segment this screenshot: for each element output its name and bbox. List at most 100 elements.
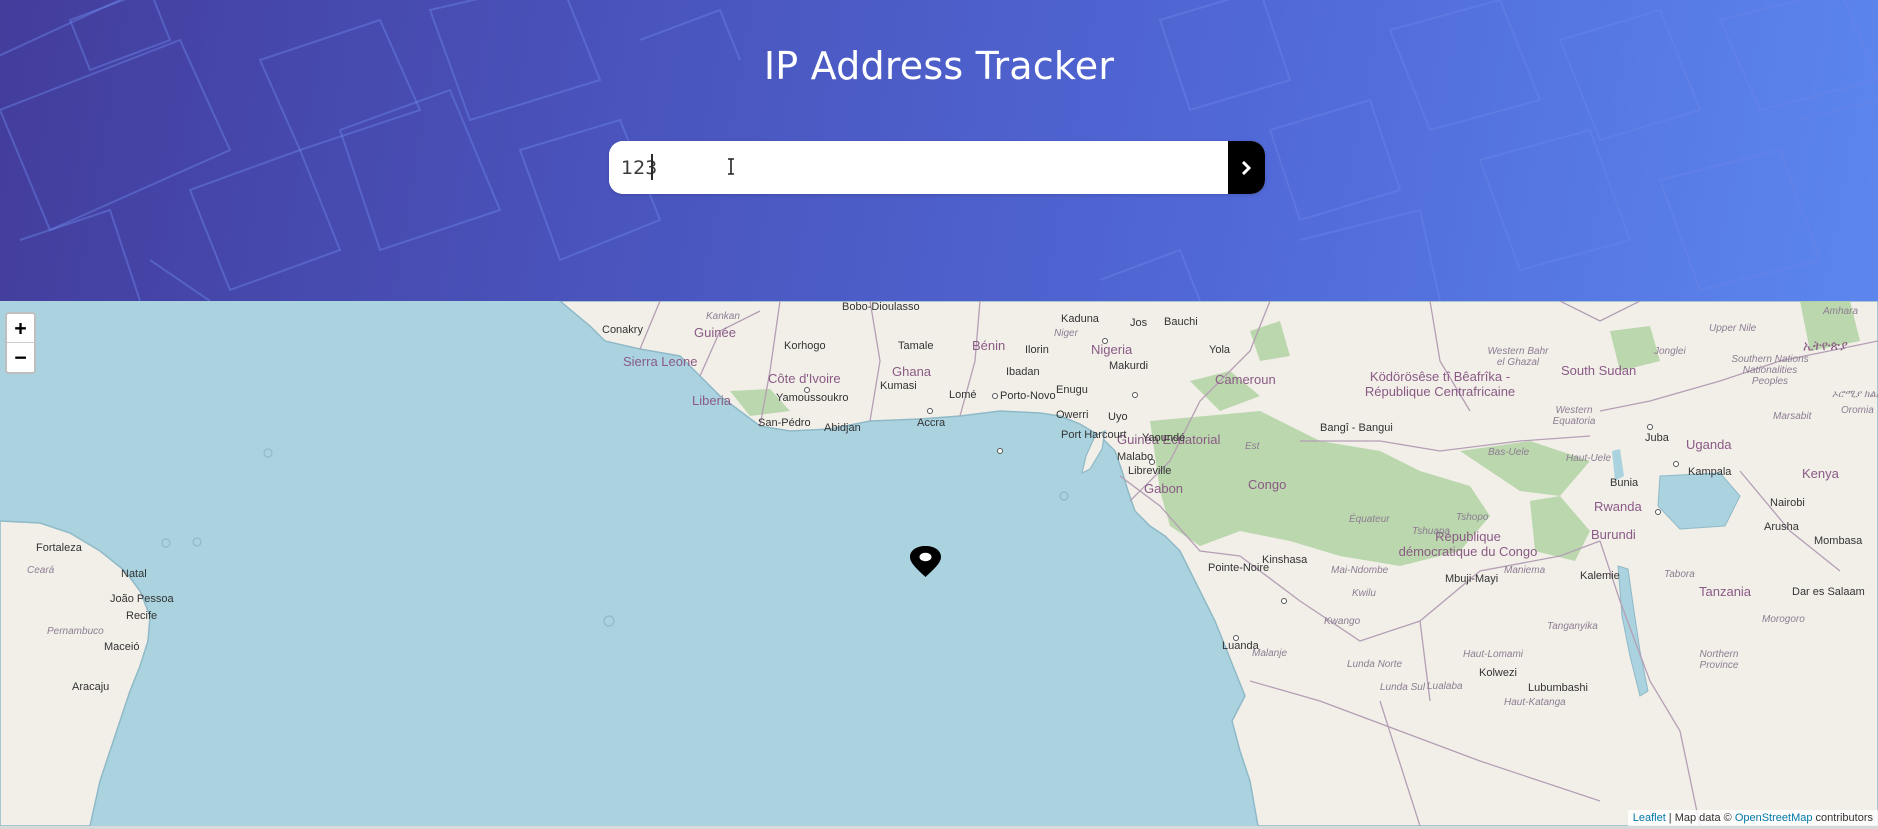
map-label-city: Accra [917, 417, 946, 429]
zoom-in-button[interactable]: + [7, 314, 34, 343]
map-label-city: Tamale [898, 340, 934, 352]
map-label-region: Haut-Lomami [1463, 649, 1524, 660]
map-label-region: Western Equatoria [1552, 405, 1596, 427]
map-label-city: Kampala [1688, 466, 1732, 478]
map-label-region: Kankan [706, 311, 740, 322]
map-label-city: Dar es Salaam [1792, 586, 1865, 598]
map-label-city: Nairobi [1770, 497, 1805, 509]
map-label-country: Gabon [1144, 481, 1184, 496]
map-label-city: Lomé [949, 389, 977, 401]
map-label-city: Porto-Novo [1000, 390, 1056, 402]
map-label-city: Arusha [1764, 521, 1799, 533]
openstreetmap-link[interactable]: OpenStreetMap [1735, 812, 1813, 824]
map-label-city: Kumasi [880, 380, 917, 392]
map-label-country: Cameroun [1215, 372, 1276, 387]
map-label-region: Oromia [1841, 405, 1874, 416]
map-label-city: San-Pédro [758, 417, 811, 429]
map-label-region: Malanje [1252, 648, 1288, 659]
map-label-city: Enugu [1056, 384, 1088, 396]
map-label-city: Natal [121, 568, 147, 580]
map-label-city: Kolwezi [1479, 667, 1517, 679]
small-islands [161, 448, 1069, 627]
map-label-country: Rwanda [1594, 499, 1642, 514]
map-label-city: Mbuji-Mayi [1445, 573, 1499, 585]
map-label-city: Pointe-Noire [1208, 562, 1270, 574]
map-label-region: Est [1245, 441, 1260, 452]
map-label-region: Kwilu [1352, 588, 1376, 599]
map-label-city: Bangî - Bangui [1320, 422, 1393, 434]
map-label-region: Western Bahr el Ghazal [1487, 346, 1549, 368]
map-label-region: Maniema [1504, 565, 1546, 576]
search-input[interactable] [609, 141, 1228, 194]
map-label-region: Morogoro [1762, 614, 1805, 625]
map-label-country: ኢትዮጵያ [1803, 338, 1848, 353]
leaflet-link[interactable]: Leaflet [1633, 812, 1666, 824]
map-label-city: Kinshasa [1262, 554, 1308, 566]
text-caret [651, 154, 653, 180]
map-label-country: Côte d'Ivoire [768, 371, 841, 386]
map-label-region: Kwango [1324, 616, 1361, 627]
map-label-region: Lualaba [1427, 681, 1463, 692]
map-label-city: Recife [126, 610, 158, 622]
zoom-out-button[interactable]: − [7, 343, 34, 372]
map-label-city: Juba [1645, 432, 1669, 444]
map-label-city: João Pessoa [110, 593, 174, 605]
map-label-city: Maceió [104, 641, 140, 653]
map-label-country: Bénin [972, 338, 1006, 353]
map-label-city: Bunia [1610, 477, 1639, 489]
map-label-region: Tshopo [1456, 512, 1489, 523]
map-label-city: Ibadan [1006, 366, 1040, 378]
map-label-city: Jos [1130, 317, 1148, 329]
map-label-city: Mombasa [1814, 535, 1863, 547]
map-label-region: Pernambuco [47, 626, 104, 637]
location-pin-icon[interactable] [908, 545, 943, 578]
page-title: IP Address Tracker [763, 44, 1115, 88]
map-label-city: Kalemie [1580, 570, 1620, 582]
map[interactable]: Guinée Sierra Leone Liberia Côte d'Ivoir… [0, 301, 1878, 826]
map-label-city: Abidjan [824, 422, 861, 434]
map-label-region: Haut-Katanga [1504, 697, 1566, 708]
map-label-city: Malabo [1117, 451, 1154, 463]
map-attribution: Leaflet | Map data © OpenStreetMap contr… [1627, 810, 1878, 826]
map-label-city: Yola [1209, 344, 1231, 356]
chevron-right-icon [1241, 160, 1252, 175]
map-label-city: Yamoussoukro [776, 392, 849, 404]
map-label-city: Korhogo [784, 340, 826, 352]
map-label-region: Upper Nile [1709, 323, 1757, 334]
map-label-region: Lunda Sul [1380, 682, 1426, 693]
map-label-city: Owerri [1056, 409, 1089, 421]
submit-button[interactable] [1228, 141, 1265, 194]
map-label-city: Fortaleza [36, 542, 82, 554]
map-label-region: Équateur [1349, 514, 1390, 525]
map-label-city: Bobo-Dioulasso [842, 301, 920, 313]
map-label-country: Burundi [1591, 527, 1636, 542]
map-label-city: Libreville [1128, 465, 1172, 477]
map-label-country: Tanzania [1699, 584, 1752, 599]
map-label-region: Southern Nations Nationalities Peoples [1731, 354, 1809, 387]
map-label-region: Mai-Ndombe [1331, 565, 1389, 576]
map-label-country: South Sudan [1561, 363, 1637, 378]
map-label-city: Yaoundé [1142, 432, 1186, 444]
text-cursor-icon [728, 158, 734, 175]
map-label-country: Congo [1248, 477, 1287, 492]
map-label-city: Ilorin [1025, 344, 1049, 356]
map-label-city: Conakry [602, 324, 643, 336]
map-label-city: Port Harcourt [1061, 429, 1127, 441]
attribution-separator: | Map data © [1665, 812, 1735, 824]
map-label-city: Makurdi [1109, 360, 1149, 372]
map-label-region: Tshuapa [1412, 526, 1450, 537]
map-label-country: Guinée [694, 325, 736, 340]
map-label-city: Lubumbashi [1528, 682, 1588, 694]
map-label-country: Uganda [1686, 437, 1732, 452]
map-label-region: Ceará [27, 565, 55, 576]
map-label-city: Aracaju [72, 681, 110, 693]
search-form [609, 141, 1265, 194]
map-label-region: Jonglei [1654, 346, 1686, 357]
land-brazil [0, 520, 151, 826]
map-label-country: Sierra Leone [623, 354, 698, 369]
map-label-country: Ködörösêse tî Bêafrîka - République Cent… [1364, 369, 1516, 399]
map-label-region: Marsabit [1773, 411, 1812, 422]
map-label-region: Tanganyika [1547, 621, 1598, 632]
map-label-region: Bas-Uele [1488, 447, 1530, 458]
map-label-region: Lunda Norte [1347, 659, 1403, 670]
